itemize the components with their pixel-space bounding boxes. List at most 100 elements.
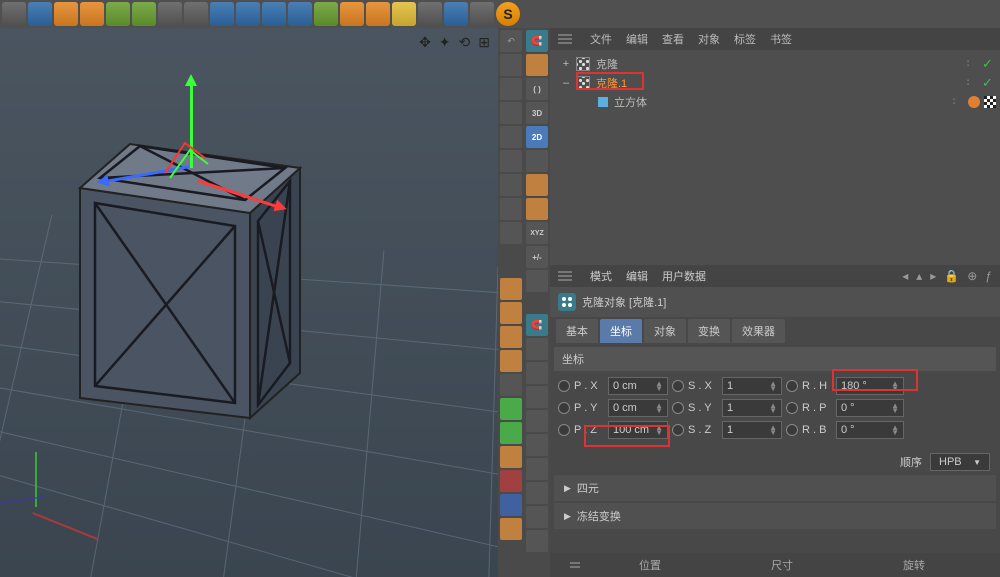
menu-label[interactable]: 标签 bbox=[734, 31, 756, 47]
tool-icon[interactable] bbox=[500, 126, 522, 148]
tool-icon[interactable] bbox=[444, 2, 468, 26]
lock-icon[interactable]: 🔒 bbox=[944, 269, 959, 283]
tag-checker-icon[interactable] bbox=[984, 96, 996, 108]
layer-dots[interactable]: ∶ bbox=[958, 57, 978, 70]
anim-dot[interactable] bbox=[672, 380, 684, 392]
tool-icon[interactable] bbox=[500, 374, 522, 396]
anim-dot[interactable] bbox=[786, 380, 798, 392]
tab-effector[interactable]: 效果器 bbox=[732, 319, 785, 343]
tool-icon[interactable] bbox=[2, 2, 26, 26]
tool-icon[interactable] bbox=[28, 2, 52, 26]
tool-icon[interactable] bbox=[526, 338, 548, 360]
layer-dots[interactable]: ∶ bbox=[944, 95, 964, 108]
tool-icon[interactable] bbox=[500, 198, 522, 220]
collapse-icon[interactable]: – bbox=[560, 77, 572, 89]
menu-object[interactable]: 对象 bbox=[698, 31, 720, 47]
order-dropdown[interactable]: HPB▼ bbox=[930, 453, 990, 471]
new-icon[interactable]: ⊕ bbox=[967, 269, 977, 283]
tool-icon[interactable] bbox=[500, 150, 522, 172]
tool-icon[interactable] bbox=[500, 326, 522, 348]
visibility-check-icon[interactable]: ✓ bbox=[982, 75, 996, 91]
menu-userdata[interactable]: 用户数据 bbox=[662, 268, 706, 284]
input-py[interactable]: 0 cm▲▼ bbox=[608, 399, 668, 417]
layer-dots[interactable]: ∶ bbox=[958, 76, 978, 89]
section-freeze[interactable]: ▶冻结变换 bbox=[554, 503, 996, 529]
input-sy[interactable]: 1▲▼ bbox=[722, 399, 782, 417]
visibility-check-icon[interactable]: ✓ bbox=[982, 56, 996, 72]
tool-icon[interactable] bbox=[526, 174, 548, 196]
s-logo-icon[interactable]: S bbox=[496, 2, 520, 26]
tool-icon[interactable] bbox=[340, 2, 364, 26]
input-sx[interactable]: 1▲▼ bbox=[722, 377, 782, 395]
nav-zoom-icon[interactable]: ✦ bbox=[439, 34, 451, 51]
input-px[interactable]: 0 cm▲▼ bbox=[608, 377, 668, 395]
object-hierarchy[interactable]: + 克隆 ∶ ✓ – 克隆.1 ∶ ✓ 立方体 ∶ bbox=[550, 50, 1000, 265]
anim-dot[interactable] bbox=[558, 424, 570, 436]
tool-icon[interactable] bbox=[500, 398, 522, 420]
tool-icon[interactable] bbox=[500, 54, 522, 76]
tool-icon[interactable] bbox=[526, 506, 548, 528]
tool-icon[interactable] bbox=[392, 2, 416, 26]
magnet-icon[interactable]: 🧲 bbox=[526, 30, 548, 52]
object-name[interactable]: 克隆 bbox=[594, 56, 954, 72]
nav-up-icon[interactable]: ▴ bbox=[916, 269, 922, 283]
tool-icon[interactable] bbox=[526, 386, 548, 408]
tool-icon[interactable] bbox=[288, 2, 312, 26]
tool-icon[interactable] bbox=[106, 2, 130, 26]
tool-icon[interactable] bbox=[500, 446, 522, 468]
expand-icon[interactable]: + bbox=[560, 58, 572, 70]
anim-dot[interactable] bbox=[786, 402, 798, 414]
hierarchy-row[interactable]: + 克隆 ∶ ✓ bbox=[554, 54, 996, 73]
tool-icon[interactable] bbox=[500, 494, 522, 516]
tool-icon[interactable] bbox=[500, 102, 522, 124]
nav-pan-icon[interactable]: ✥ bbox=[419, 34, 431, 51]
3d-snap-icon[interactable]: 3D bbox=[526, 102, 548, 124]
object-name[interactable]: 立方体 bbox=[612, 94, 940, 110]
viewport-3d[interactable]: ✥ ✦ ⟲ ⊞ bbox=[0, 28, 498, 577]
tool-icon[interactable] bbox=[80, 2, 104, 26]
tool-icon[interactable] bbox=[500, 302, 522, 324]
tool-icon[interactable] bbox=[500, 518, 522, 540]
tab-basic[interactable]: 基本 bbox=[556, 319, 598, 343]
drag-handle-icon[interactable] bbox=[570, 562, 584, 568]
tool-icon[interactable] bbox=[184, 2, 208, 26]
input-sz[interactable]: 1▲▼ bbox=[722, 421, 782, 439]
anim-dot[interactable] bbox=[672, 402, 684, 414]
anim-dot[interactable] bbox=[558, 380, 570, 392]
tool-icon[interactable] bbox=[526, 198, 548, 220]
drag-handle-icon[interactable] bbox=[558, 34, 576, 44]
tool-icon[interactable] bbox=[210, 2, 234, 26]
tab-coord[interactable]: 坐标 bbox=[600, 319, 642, 343]
menu-view[interactable]: 查看 bbox=[662, 31, 684, 47]
anim-dot[interactable] bbox=[672, 424, 684, 436]
tool-icon[interactable] bbox=[526, 434, 548, 456]
tool-icon[interactable] bbox=[500, 350, 522, 372]
nav-rotate-icon[interactable]: ⟲ bbox=[459, 34, 471, 51]
menu-edit[interactable]: 编辑 bbox=[626, 31, 648, 47]
tool-icon[interactable] bbox=[314, 2, 338, 26]
tool-icon[interactable] bbox=[500, 78, 522, 100]
tool-icon[interactable] bbox=[418, 2, 442, 26]
gizmo-plane-icon[interactable] bbox=[160, 138, 210, 188]
tool-icon[interactable] bbox=[500, 174, 522, 196]
xyz-icon[interactable]: XYZ bbox=[526, 222, 548, 244]
magnet-icon[interactable]: 🧲 bbox=[526, 314, 548, 336]
tool-icon[interactable] bbox=[500, 222, 522, 244]
tool-icon[interactable] bbox=[470, 2, 494, 26]
menu-file[interactable]: 文件 bbox=[590, 31, 612, 47]
tool-icon[interactable] bbox=[500, 278, 522, 300]
tool-icon[interactable] bbox=[236, 2, 260, 26]
anim-dot[interactable] bbox=[558, 402, 570, 414]
tool-icon[interactable] bbox=[366, 2, 390, 26]
tool-icon[interactable] bbox=[262, 2, 286, 26]
tab-transform[interactable]: 变换 bbox=[688, 319, 730, 343]
menu-bookmark[interactable]: 书签 bbox=[770, 31, 792, 47]
tool-icon[interactable] bbox=[500, 422, 522, 444]
brackets-icon[interactable]: ( ) bbox=[526, 78, 548, 100]
menu-mode[interactable]: 模式 bbox=[590, 268, 612, 284]
plus-minus-icon[interactable]: +/- bbox=[526, 246, 548, 268]
tool-icon[interactable] bbox=[526, 362, 548, 384]
tool-icon[interactable] bbox=[526, 54, 548, 76]
tool-icon[interactable] bbox=[526, 150, 548, 172]
input-rp[interactable]: 0 °▲▼ bbox=[836, 399, 904, 417]
